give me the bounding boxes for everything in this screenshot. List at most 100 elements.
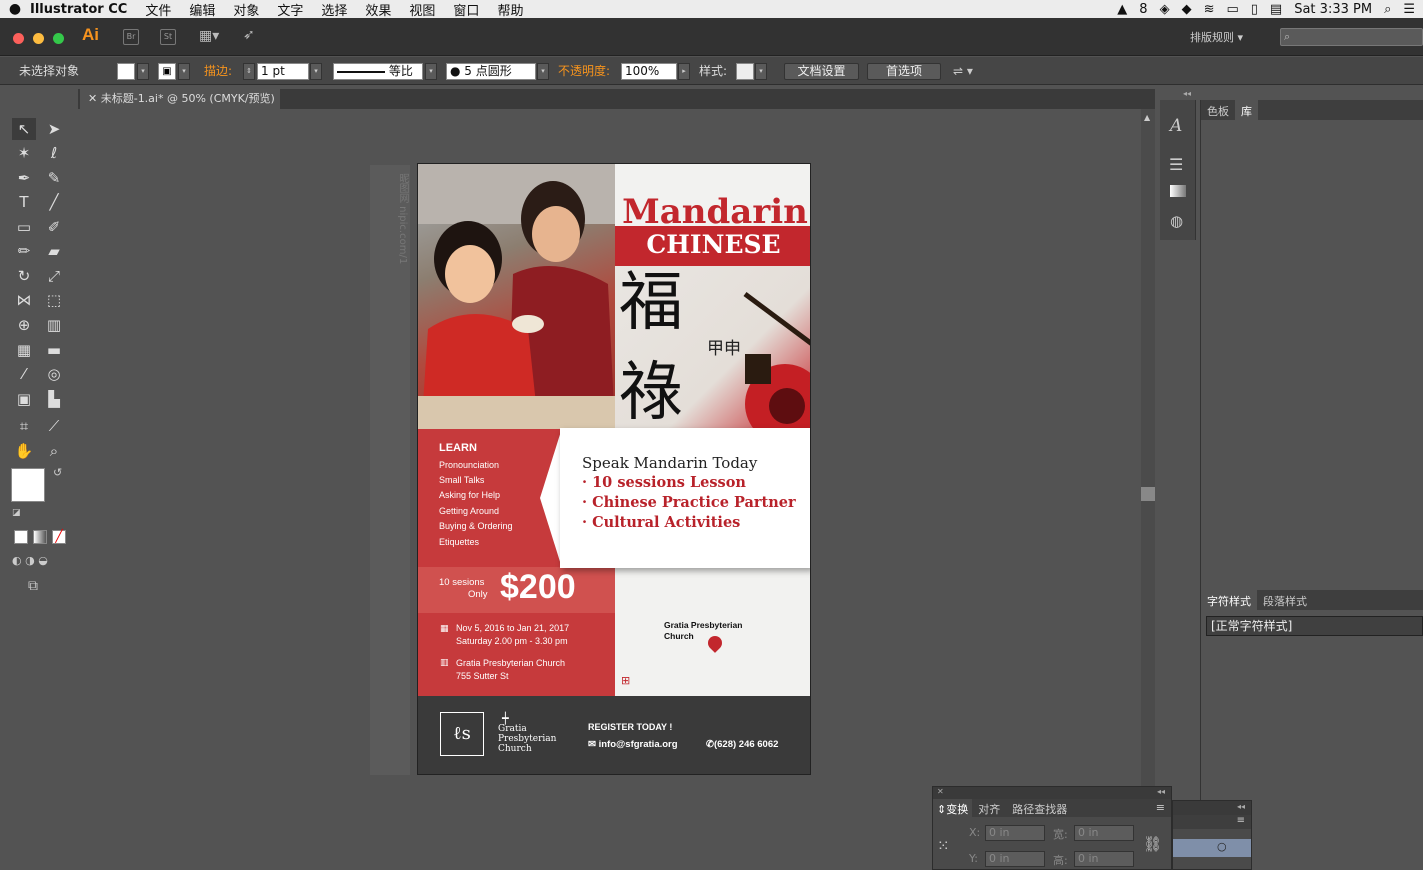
adobe-icon[interactable]: ▲ [1117, 2, 1127, 17]
document-tab[interactable]: ✕ 未标题-1.ai* @ 50% (CMYK/预览) [80, 89, 280, 109]
symbol-sprayer-tool-icon[interactable]: ▣ [12, 388, 36, 410]
tab-pathfinder[interactable]: 路径查找器 [1006, 799, 1073, 817]
x-input[interactable]: 0 in [985, 825, 1045, 841]
menu-view[interactable]: 视图 [409, 0, 435, 19]
stroke-weight-dropdown[interactable]: ▾ [310, 63, 322, 80]
preferences-button[interactable]: 首选项 [867, 63, 941, 80]
tab-align[interactable]: 对齐 [972, 799, 1006, 817]
gradient-mode-icon[interactable] [33, 530, 47, 544]
swap-colors-icon[interactable]: ↺ [53, 466, 62, 479]
gradient-tool-icon[interactable]: ▬ [42, 339, 66, 361]
stroke-dropdown[interactable]: ▾ [178, 63, 190, 80]
arrange-documents-icon[interactable]: ▦▾ [199, 28, 219, 44]
draw-mode-icon[interactable]: ◐ ◑ ◒ [12, 554, 48, 567]
small-panel-header[interactable]: ◂◂ [1173, 801, 1251, 815]
stroke-profile-dropdown[interactable]: ▾ [425, 63, 437, 80]
apple-icon[interactable]: ● [0, 1, 30, 17]
opacity-label[interactable]: 不透明度: [558, 63, 610, 80]
lasso-tool-icon[interactable]: ℓ [42, 142, 66, 164]
y-input[interactable]: 0 in [985, 851, 1045, 867]
brush-dropdown[interactable]: ▾ [537, 63, 549, 80]
paintbrush-tool-icon[interactable]: ✐ [42, 216, 66, 238]
stroke-profile-select[interactable]: 等比 [333, 63, 423, 80]
character-style-item[interactable]: [正常字符样式] [1206, 616, 1423, 636]
tab-character-styles[interactable]: 字符样式 [1201, 590, 1257, 610]
menu-file[interactable]: 文件 [145, 0, 171, 19]
arrange-icon[interactable]: ⇌ ▾ [953, 63, 973, 80]
collapse-panel-icon[interactable]: ◂◂ [1237, 802, 1245, 811]
graphic-style-dropdown[interactable]: ▾ [755, 63, 767, 80]
bridge-icon[interactable]: Br [123, 29, 139, 45]
perspective-grid-tool-icon[interactable]: ▥ [42, 314, 66, 336]
eyedropper-tool-icon[interactable]: ⁄ [12, 363, 36, 385]
opacity-dropdown[interactable]: ▸ [678, 63, 690, 80]
width-tool-icon[interactable]: ⋈ [12, 289, 36, 311]
eraser-tool-icon[interactable]: ▰ [42, 240, 66, 262]
document-setup-button[interactable]: 文档设置 [784, 63, 859, 80]
spotlight-icon[interactable]: ⌕ [1384, 2, 1391, 17]
sync-icon[interactable]: ◈ [1160, 2, 1170, 17]
evernote-icon[interactable]: ◆ [1182, 2, 1192, 17]
target-circle-icon[interactable]: ○ [1217, 840, 1227, 853]
close-window-button[interactable] [13, 33, 24, 44]
menu-object[interactable]: 对象 [233, 0, 259, 19]
fill-swatch[interactable] [117, 63, 135, 80]
rotate-tool-icon[interactable]: ↻ [12, 265, 36, 287]
tab-paragraph-styles[interactable]: 段落样式 [1257, 590, 1313, 610]
stroke-swatch[interactable]: ▣ [158, 63, 176, 80]
magic-wand-tool-icon[interactable]: ✶ [12, 142, 36, 164]
mesh-tool-icon[interactable]: ▦ [12, 339, 36, 361]
scroll-thumb[interactable] [1141, 487, 1155, 501]
menu-effect[interactable]: 效果 [365, 0, 391, 19]
airplay-icon[interactable]: ▭ [1226, 2, 1238, 17]
shaper-tool-icon[interactable]: ✏ [12, 240, 36, 262]
app-menu[interactable]: Illustrator CC [30, 2, 127, 17]
default-colors-icon[interactable]: ◪ [12, 508, 21, 518]
curvature-tool-icon[interactable]: ✎ [42, 167, 66, 189]
stroke-weight-input[interactable]: 1 pt [257, 63, 309, 80]
selection-tool-icon[interactable]: ↖ [12, 118, 36, 140]
panel-menu-icon[interactable]: ≡ [1173, 815, 1251, 829]
slice-tool-icon[interactable]: ⟋ [42, 415, 66, 437]
screen-mode-icon[interactable]: ⧉ [28, 578, 38, 594]
none-mode-icon[interactable]: ╱ [52, 530, 66, 544]
battery-icon[interactable]: ▯ [1251, 2, 1258, 17]
opacity-input[interactable]: 100% [621, 63, 677, 80]
brush-select[interactable]: ● 5 点圆形 [446, 63, 536, 80]
rectangle-tool-icon[interactable]: ▭ [12, 216, 36, 238]
line-tool-icon[interactable]: ╱ [42, 191, 66, 213]
search-input[interactable]: ⌕ [1280, 28, 1423, 46]
scale-tool-icon[interactable]: ⤢ [42, 265, 66, 287]
zoom-window-button[interactable] [53, 33, 64, 44]
pen-tool-icon[interactable]: ✒ [12, 167, 36, 189]
list-icon[interactable]: ☰ [1403, 2, 1415, 17]
menu-help[interactable]: 帮助 [497, 0, 523, 19]
column-graph-tool-icon[interactable]: ▙ [42, 388, 66, 410]
direct-selection-tool-icon[interactable]: ➤ [42, 118, 66, 140]
type-tool-icon[interactable]: T [12, 191, 36, 213]
height-input[interactable]: 0 in [1074, 851, 1134, 867]
scroll-up-icon[interactable]: ▲ [1144, 113, 1150, 122]
collapse-panel-icon[interactable]: ◂◂ [1157, 787, 1165, 796]
transparency-panel-icon[interactable]: ◍ [1170, 212, 1183, 230]
selected-row[interactable]: ○ [1173, 839, 1251, 857]
reference-point-icon[interactable]: ⁙ [937, 837, 950, 855]
color-mode-icon[interactable] [14, 530, 28, 544]
clock[interactable]: Sat 3:33 PM [1294, 2, 1372, 17]
artboard-tool-icon[interactable]: ⌗ [12, 415, 36, 437]
width-input[interactable]: 0 in [1074, 825, 1134, 841]
stock-icon[interactable]: St [160, 29, 176, 45]
tab-swatches[interactable]: 色板 [1201, 100, 1235, 120]
free-transform-tool-icon[interactable]: ⬚ [42, 289, 66, 311]
glyph-icon[interactable]: A [1170, 116, 1182, 136]
menu-select[interactable]: 选择 [321, 0, 347, 19]
workspace-switcher[interactable]: 排版规则 ▾ [1190, 29, 1243, 45]
stroke-stepper[interactable]: ⇕ [243, 63, 255, 80]
panel-menu-icon[interactable]: ≡ [1150, 799, 1171, 817]
graphic-style-swatch[interactable] [736, 63, 754, 80]
gpu-rocket-icon[interactable]: ➶ [243, 27, 255, 43]
constrain-proportions-icon[interactable]: ⛓ [1143, 835, 1162, 853]
gradient-panel-icon[interactable] [1170, 185, 1186, 197]
collapse-dock-icon[interactable]: ◂◂ [1183, 89, 1191, 98]
tab-library[interactable]: 库 [1235, 100, 1258, 120]
